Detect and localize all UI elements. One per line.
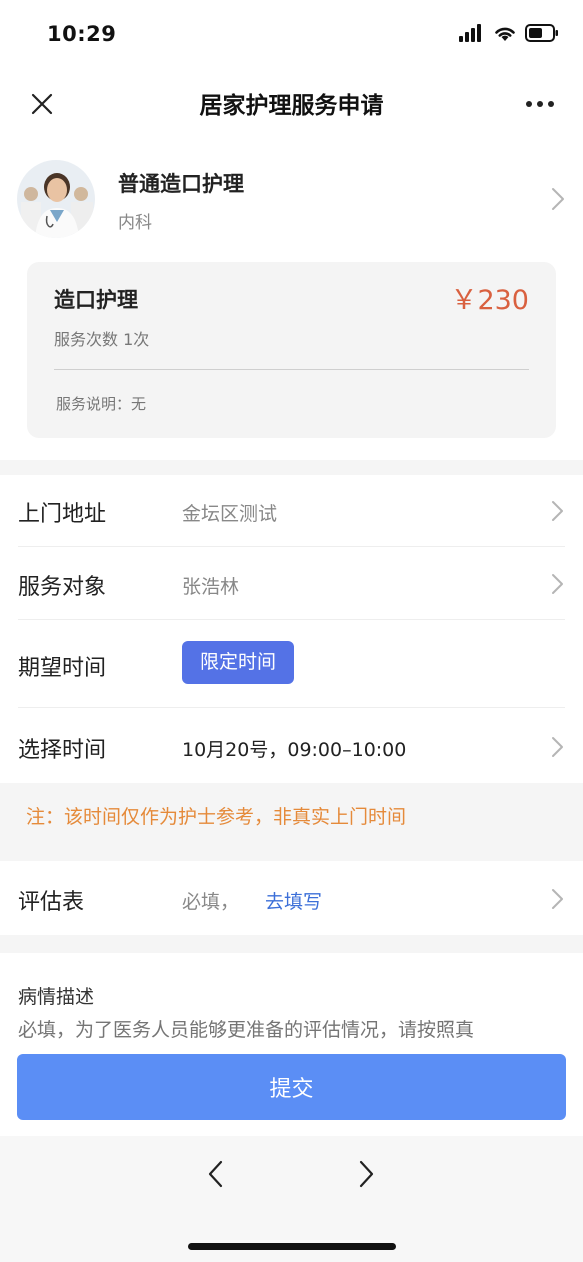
select-time-value: 10月20号，09:00–10:00: [182, 739, 407, 761]
description-label: 病情描述: [18, 986, 95, 1008]
chevron-right-icon: [552, 889, 563, 909]
row-divider: [18, 619, 565, 620]
assessment-label: 评估表: [18, 890, 85, 915]
back-button[interactable]: [198, 1156, 234, 1192]
chevron-right-icon: [552, 574, 563, 594]
chevron-right-icon: [552, 501, 563, 521]
status-time: 10:29: [47, 22, 117, 46]
card-price: ￥230: [450, 285, 529, 316]
assessment-value: 必填， 去填写: [182, 887, 322, 914]
expected-time-row: 期望时间 限定时间: [0, 621, 583, 708]
more-button[interactable]: [520, 90, 560, 118]
service-card: 造口护理 ￥230 服务次数 1次 服务说明：无: [27, 262, 556, 438]
card-divider: [54, 369, 529, 370]
doctor-avatar: [17, 160, 95, 238]
card-service-note: 服务说明：无: [56, 395, 147, 413]
assessment-row[interactable]: 评估表 必填， 去填写: [0, 861, 583, 935]
status-icons: [459, 24, 559, 42]
select-time-row[interactable]: 选择时间 10月20号，09:00–10:00: [0, 708, 583, 783]
subject-value: 张浩林: [182, 576, 240, 598]
address-label: 上门地址: [18, 502, 107, 527]
chevron-left-icon: [208, 1160, 223, 1188]
subject-label: 服务对象: [18, 575, 107, 600]
doctor-icon: [17, 160, 95, 238]
signal-icon: [459, 24, 481, 42]
subject-row[interactable]: 服务对象 张浩林: [0, 548, 583, 620]
description-textarea[interactable]: [18, 1017, 558, 1043]
address-row[interactable]: 上门地址 金坛区测试: [0, 475, 583, 547]
submit-button[interactable]: 提交: [17, 1054, 566, 1120]
wifi-icon: [495, 27, 515, 41]
service-department: 内科: [118, 213, 152, 233]
chevron-right-icon: [359, 1160, 374, 1188]
card-title: 造口护理: [54, 288, 138, 312]
address-value: 金坛区测试: [182, 503, 278, 525]
section-separator: [0, 460, 583, 475]
forward-button[interactable]: [348, 1156, 384, 1192]
page-title: 居家护理服务申请: [199, 93, 384, 119]
battery-icon: [525, 24, 558, 42]
fill-in-link[interactable]: 去填写: [265, 891, 322, 913]
more-icon: [526, 101, 554, 107]
home-indicator: [188, 1243, 396, 1250]
section-separator: [0, 935, 583, 953]
card-service-count: 服务次数 1次: [54, 330, 150, 349]
time-notice: 注：该时间仅作为护士参考，非真实上门时间: [26, 806, 407, 828]
assessment-required: 必填，: [182, 891, 240, 913]
service-name: 普通造口护理: [118, 172, 244, 196]
row-divider: [18, 546, 565, 547]
select-time-label: 选择时间: [18, 738, 107, 763]
limited-time-option[interactable]: 限定时间: [182, 641, 295, 684]
chevron-right-icon: [552, 188, 564, 210]
service-detail-chevron[interactable]: [546, 184, 570, 214]
expected-time-label: 期望时间: [18, 656, 107, 681]
chevron-right-icon: [552, 737, 563, 757]
